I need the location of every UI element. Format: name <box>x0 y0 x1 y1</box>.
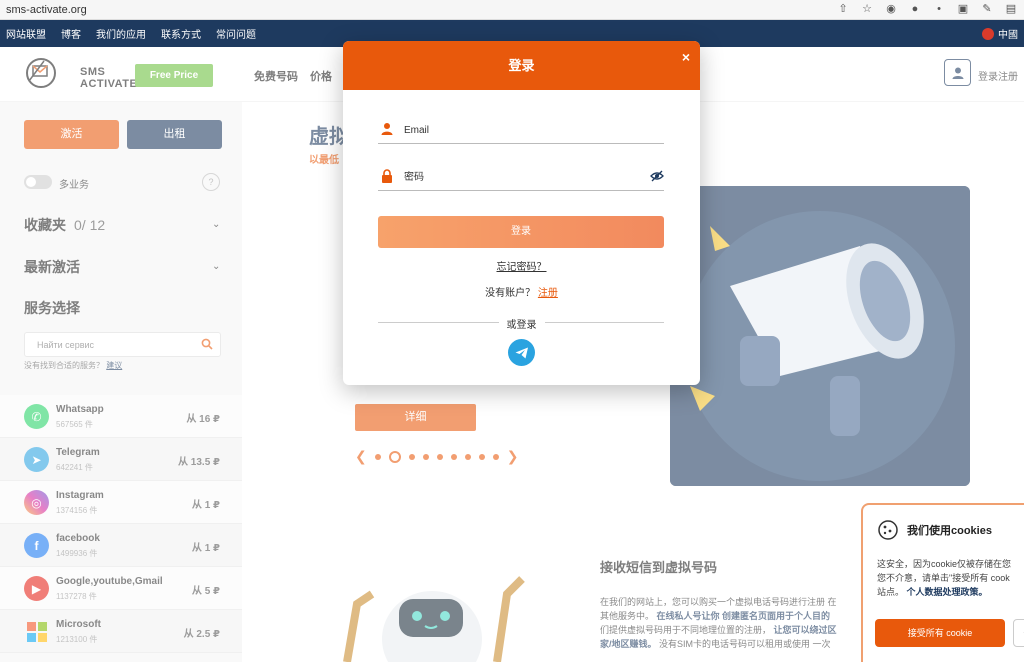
register-link[interactable]: 注册 <box>538 288 558 299</box>
topnav-link-affiliate[interactable]: 网站联盟 <box>6 26 46 41</box>
forgot-password-link[interactable]: 忘记密码？ <box>343 258 700 273</box>
cookie-settings-button[interactable]: 讠 <box>1013 619 1024 647</box>
accept-cookies-button[interactable]: 接受所有 cookie <box>875 619 1005 647</box>
china-flag-icon <box>982 27 994 40</box>
extension-icon[interactable]: ◉ <box>884 2 898 16</box>
language-selector[interactable]: 中國 <box>982 26 1018 41</box>
or-login-label: 或登录 <box>343 316 700 331</box>
user-icon <box>381 123 393 135</box>
privacy-policy-link[interactable]: 个人数据处理政策。 <box>907 587 988 597</box>
browser-address-bar[interactable]: sms-activate.org ⇧ ☆ ◉ ● • ▣ ✎ ▤ <box>0 0 1024 20</box>
login-modal: 登录 × 登录 忘记密码？ 没有账户？ 注册 或登录 <box>343 41 700 385</box>
eye-off-icon[interactable] <box>650 170 664 182</box>
tools-icon[interactable]: ✎ <box>980 2 994 16</box>
cookie-icon <box>878 520 898 540</box>
cookie-title: 我们使用cookies <box>907 525 992 537</box>
no-account-text: 没有账户？ 注册 <box>485 288 558 299</box>
topnav-link-contact[interactable]: 联系方式 <box>161 26 201 41</box>
cookie-header: 我们使用cookies <box>877 519 992 541</box>
share-icon[interactable]: ⇧ <box>836 2 850 16</box>
close-icon[interactable]: × <box>682 50 690 64</box>
topnav-link-faq[interactable]: 常问问题 <box>216 26 256 41</box>
translate-icon[interactable]: ▣ <box>956 2 970 16</box>
password-input[interactable] <box>404 167 634 187</box>
login-submit-button[interactable]: 登录 <box>378 216 664 248</box>
password-field <box>378 167 664 191</box>
telegram-login-button[interactable] <box>508 339 535 366</box>
modal-title: 登录 <box>508 58 535 73</box>
telegram-icon <box>515 347 528 358</box>
cookie-text: 这安全，因为cookie仅被存储在您 您不介意，请单击"接受所有 cook 站点… <box>877 559 1012 597</box>
email-input[interactable] <box>404 120 634 140</box>
extension-badge-icon[interactable]: ● <box>908 2 922 16</box>
browser-url[interactable]: sms-activate.org <box>6 4 87 16</box>
topnav-link-blog[interactable]: 博客 <box>61 26 81 41</box>
record-icon[interactable]: • <box>932 2 946 16</box>
bookmark-star-icon[interactable]: ☆ <box>860 2 874 16</box>
lock-icon <box>382 169 392 183</box>
browser-toolbar: ⇧ ☆ ◉ ● • ▣ ✎ ▤ <box>836 2 1018 16</box>
language-label: 中國 <box>998 30 1018 41</box>
topnav-link-apps[interactable]: 我们的应用 <box>96 26 146 41</box>
email-field <box>378 120 664 144</box>
extension-puzzle-icon[interactable]: ▤ <box>1004 2 1018 16</box>
cookie-consent-panel: 我们使用cookies 这安全，因为cookie仅被存储在您 您不介意，请单击"… <box>861 503 1024 662</box>
modal-header: 登录 × <box>343 41 700 90</box>
